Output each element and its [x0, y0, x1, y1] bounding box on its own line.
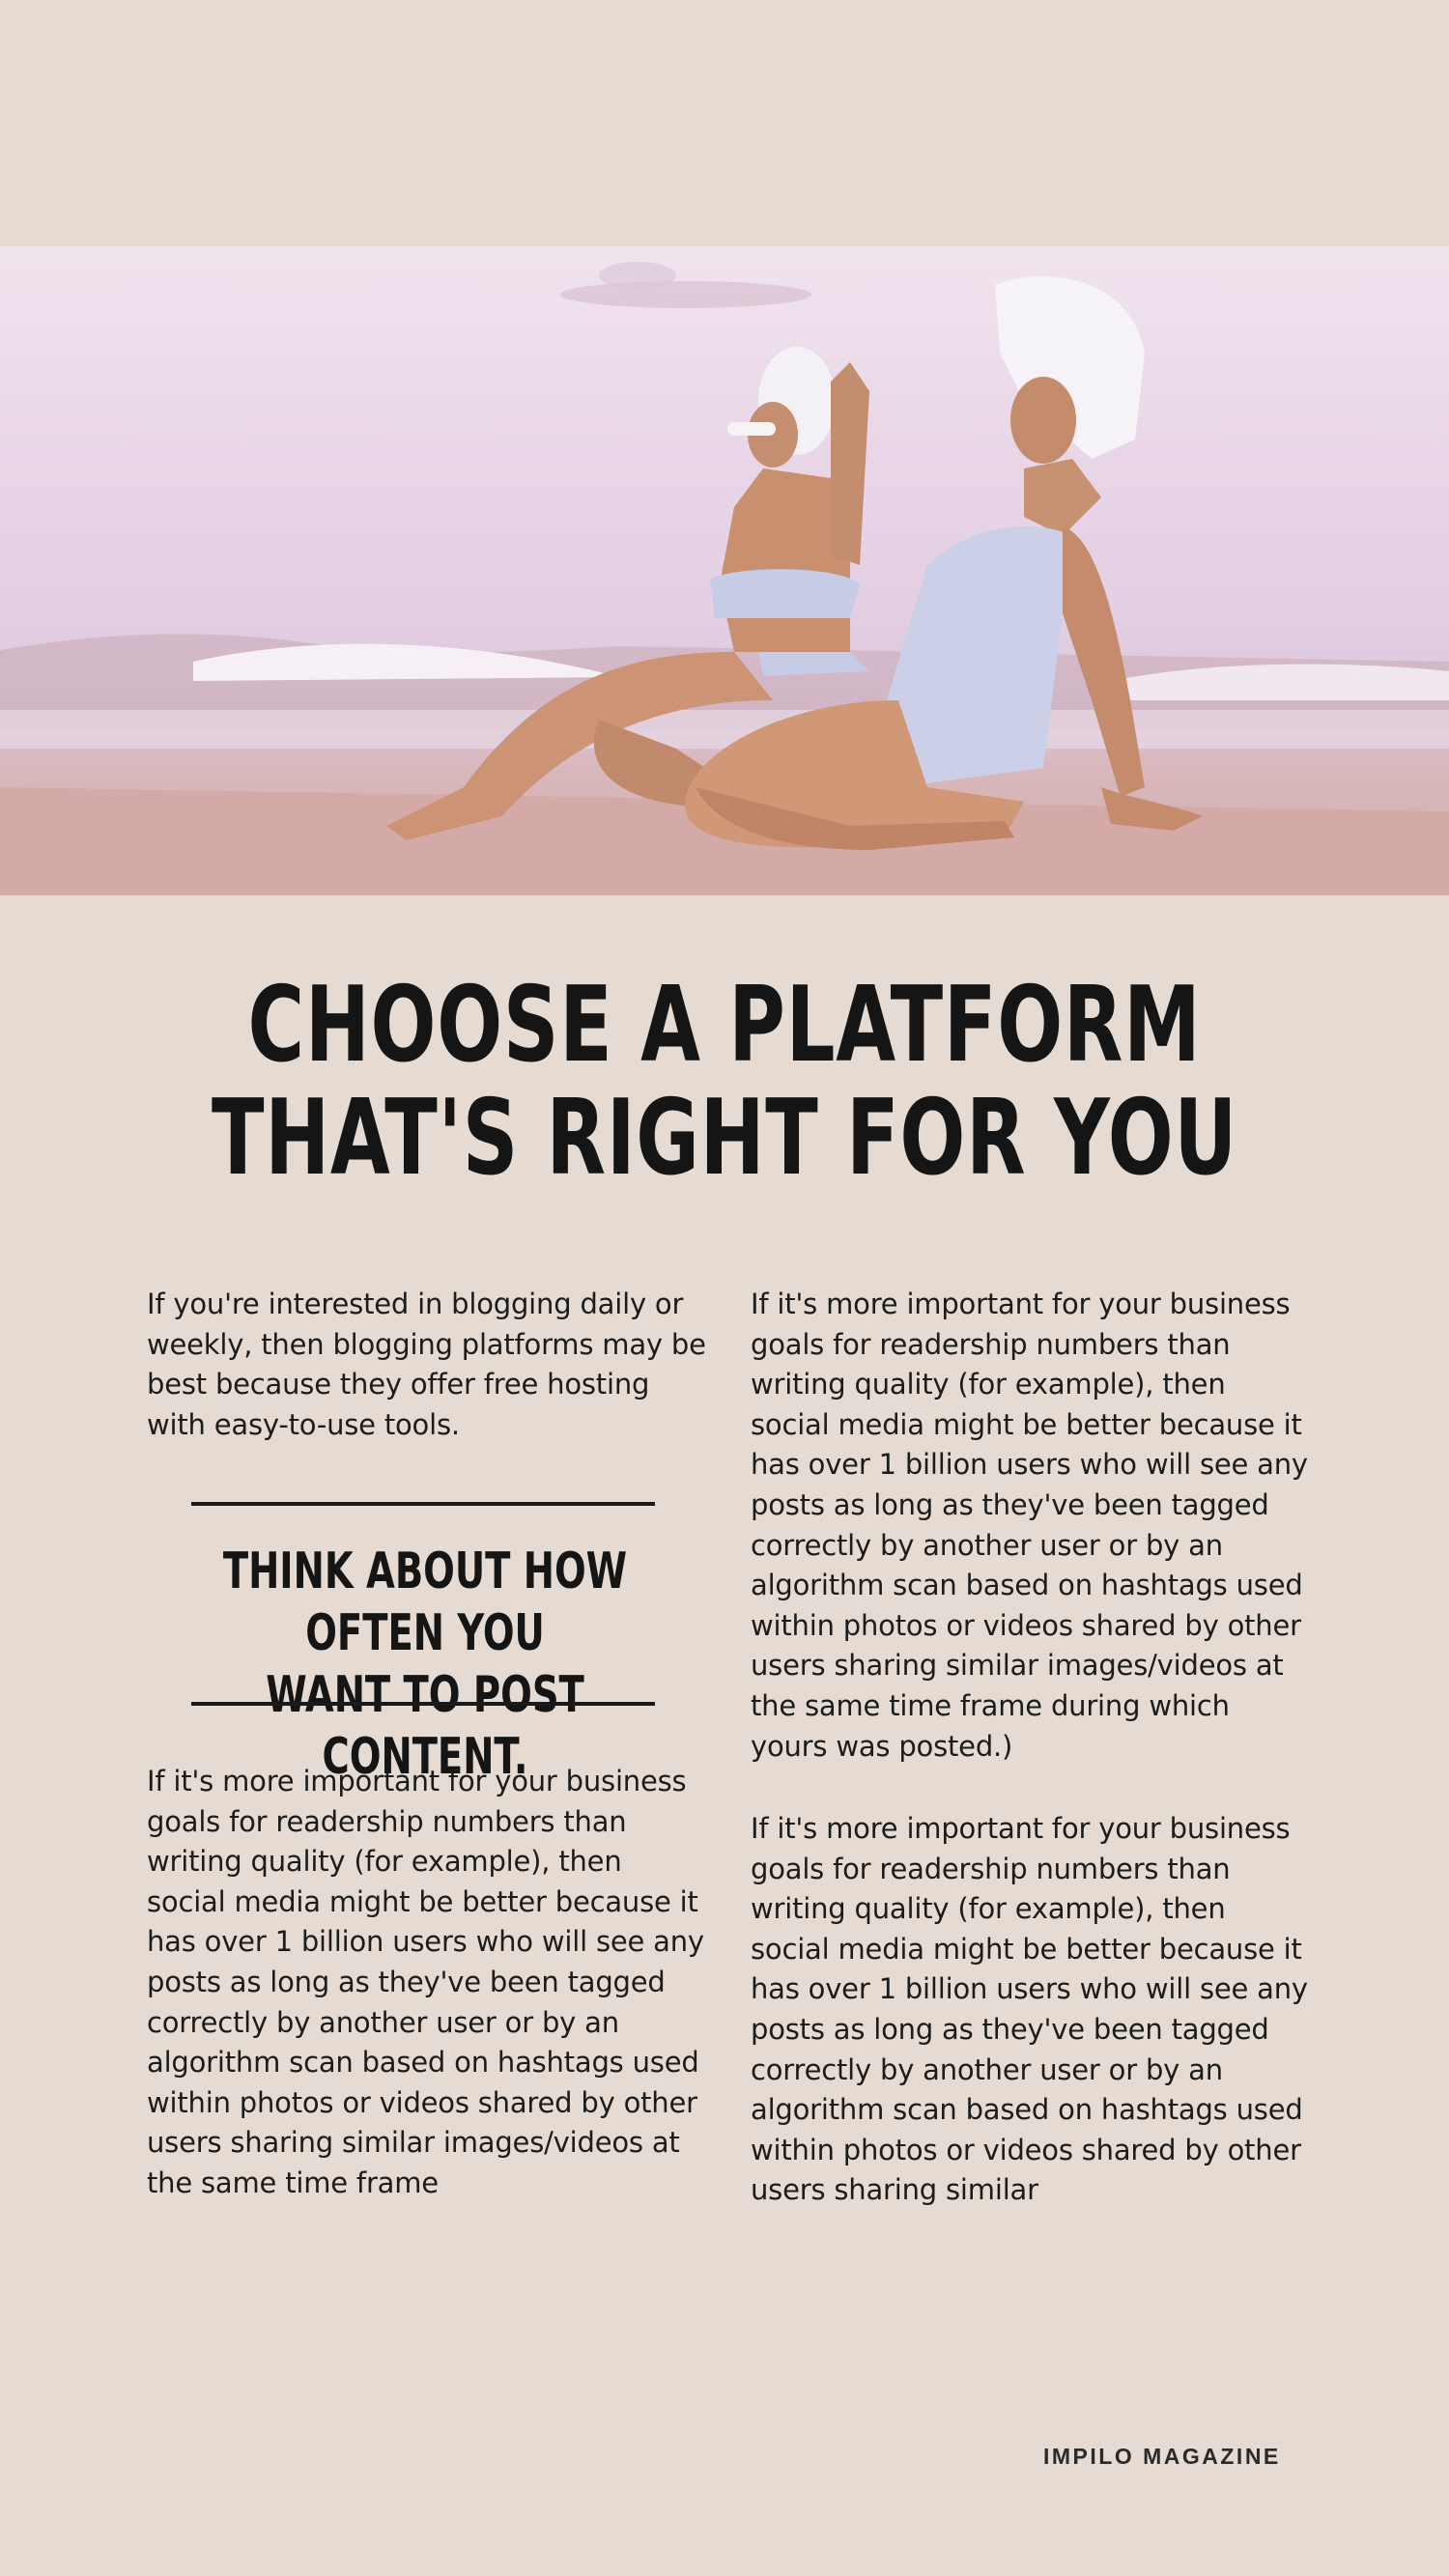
- pull-quote-line-1: THINK ABOUT HOW OFTEN YOU: [222, 1543, 628, 1662]
- page-title: CHOOSE A PLATFORM THAT'S RIGHT FOR YOU: [188, 969, 1261, 1195]
- title-line-1: CHOOSE A PLATFORM: [247, 965, 1202, 1086]
- left-body-paragraph: If it's more important for your business…: [147, 1765, 704, 2199]
- right-body-paragraph-2: If it's more important for your business…: [751, 1812, 1308, 2207]
- callout-divider-bottom: [191, 1702, 655, 1706]
- beach-photo-icon: [0, 262, 1449, 895]
- right-body-paragraph-1: If it's more important for your business…: [751, 1288, 1308, 1763]
- pull-quote: THINK ABOUT HOW OFTEN YOU WANT TO POST C…: [217, 1541, 632, 1788]
- callout-divider-top: [191, 1502, 655, 1506]
- intro-paragraph: If you're interested in blogging daily o…: [147, 1288, 706, 1441]
- title-line-2: THAT'S RIGHT FOR YOU: [211, 1078, 1238, 1199]
- hero-photo: [0, 246, 1449, 895]
- magazine-brand: IMPILO MAGAZINE: [1043, 2444, 1281, 2469]
